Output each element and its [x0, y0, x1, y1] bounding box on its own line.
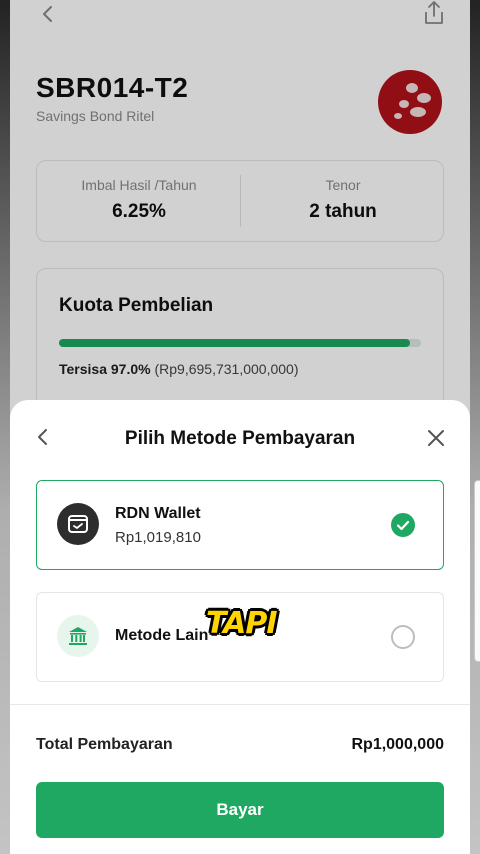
video-caption-overlay: TAPI	[206, 606, 278, 641]
sheet-title: Pilih Metode Pembayaran	[124, 428, 356, 449]
unselected-radio-icon[interactable]	[391, 625, 415, 649]
option-balance: Rp1,019,810	[115, 529, 201, 546]
selected-check-icon	[391, 513, 415, 537]
total-payment-label: Total Pembayaran	[36, 736, 173, 753]
bank-icon	[57, 615, 99, 657]
payment-method-sheet: Pilih Metode Pembayaran RDN Wallet Rp1,0…	[10, 400, 470, 854]
pay-button[interactable]: Bayar	[36, 782, 444, 838]
close-icon[interactable]	[426, 428, 446, 448]
scroll-indicator	[474, 480, 480, 662]
option-name: Metode Lain	[115, 627, 209, 644]
wallet-icon	[57, 503, 99, 545]
total-payment-value: Rp1,000,000	[351, 736, 444, 753]
sheet-divider	[10, 704, 470, 705]
option-name: RDN Wallet	[115, 505, 201, 522]
payment-option-rdn-wallet[interactable]: RDN Wallet Rp1,019,810	[36, 480, 444, 570]
